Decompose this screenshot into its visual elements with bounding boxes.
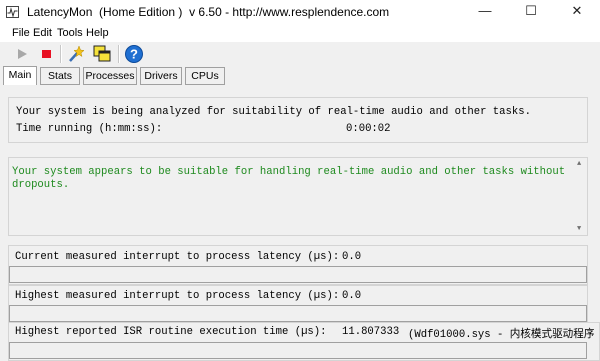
title-bar: LatencyMon (Home Edition ) v 6.50 - http…: [0, 0, 600, 24]
menu-file[interactable]: File: [12, 27, 30, 39]
verdict-line-2: dropouts.: [12, 179, 70, 191]
time-running-label: Time running (h:mm:ss):: [16, 123, 163, 135]
status-message: Your system is being analyzed for suitab…: [16, 106, 531, 118]
play-icon[interactable]: [12, 44, 32, 64]
metric-highest-latency-bar: [9, 305, 587, 322]
metric-driver: (Wdf01000.sys - 内核模式驱动程序: [408, 329, 595, 341]
toolbar-separator: [118, 45, 120, 63]
wand-icon[interactable]: [66, 44, 86, 64]
verdict-scrollbar[interactable]: ▲ ▼: [576, 158, 586, 235]
menu-help[interactable]: Help: [86, 27, 109, 39]
svg-text:?: ?: [130, 47, 138, 62]
menu-tools[interactable]: Tools: [57, 27, 83, 39]
stop-icon[interactable]: [36, 44, 56, 64]
metric-value: 0.0: [342, 290, 362, 302]
tab-cpus[interactable]: CPUs: [185, 67, 225, 85]
app-icon: [6, 6, 19, 18]
menu-bar: File Edit Tools Help: [0, 24, 600, 42]
window-title: LatencyMon (Home Edition ) v 6.50 - http…: [27, 5, 390, 19]
tab-bar: Main Stats Processes Drivers CPUs: [0, 66, 600, 86]
minimize-button[interactable]: —: [462, 0, 508, 24]
scroll-down-icon[interactable]: ▼: [577, 225, 581, 233]
menu-edit[interactable]: Edit: [33, 27, 52, 39]
metric-isr-execution-bar: [9, 342, 587, 359]
close-button[interactable]: ✕: [554, 0, 600, 24]
metric-label: Highest measured interrupt to process la…: [15, 290, 340, 302]
tab-main[interactable]: Main: [3, 66, 37, 85]
scroll-up-icon[interactable]: ▲: [577, 160, 581, 168]
maximize-button[interactable]: ☐: [508, 0, 554, 24]
verdict-panel: Your system appears to be suitable for h…: [8, 157, 588, 236]
metric-label: Current measured interrupt to process la…: [15, 251, 340, 263]
verdict-line-1: Your system appears to be suitable for h…: [12, 166, 566, 178]
status-panel: Your system is being analyzed for suitab…: [8, 97, 588, 143]
windows-icon[interactable]: [92, 44, 112, 64]
metric-current-latency-bar: [9, 266, 587, 283]
time-running-value: 0:00:02: [346, 123, 391, 135]
tab-processes[interactable]: Processes: [83, 67, 137, 85]
toolbar-separator: [60, 45, 62, 63]
metric-value: 0.0: [342, 251, 362, 263]
tab-drivers[interactable]: Drivers: [140, 67, 182, 85]
metric-label: Highest reported ISR routine execution t…: [15, 326, 327, 338]
metric-value: 11.807333: [342, 326, 400, 338]
tab-stats[interactable]: Stats: [40, 67, 80, 85]
help-icon[interactable]: ?: [124, 44, 144, 64]
toolbar: ?: [0, 42, 600, 66]
